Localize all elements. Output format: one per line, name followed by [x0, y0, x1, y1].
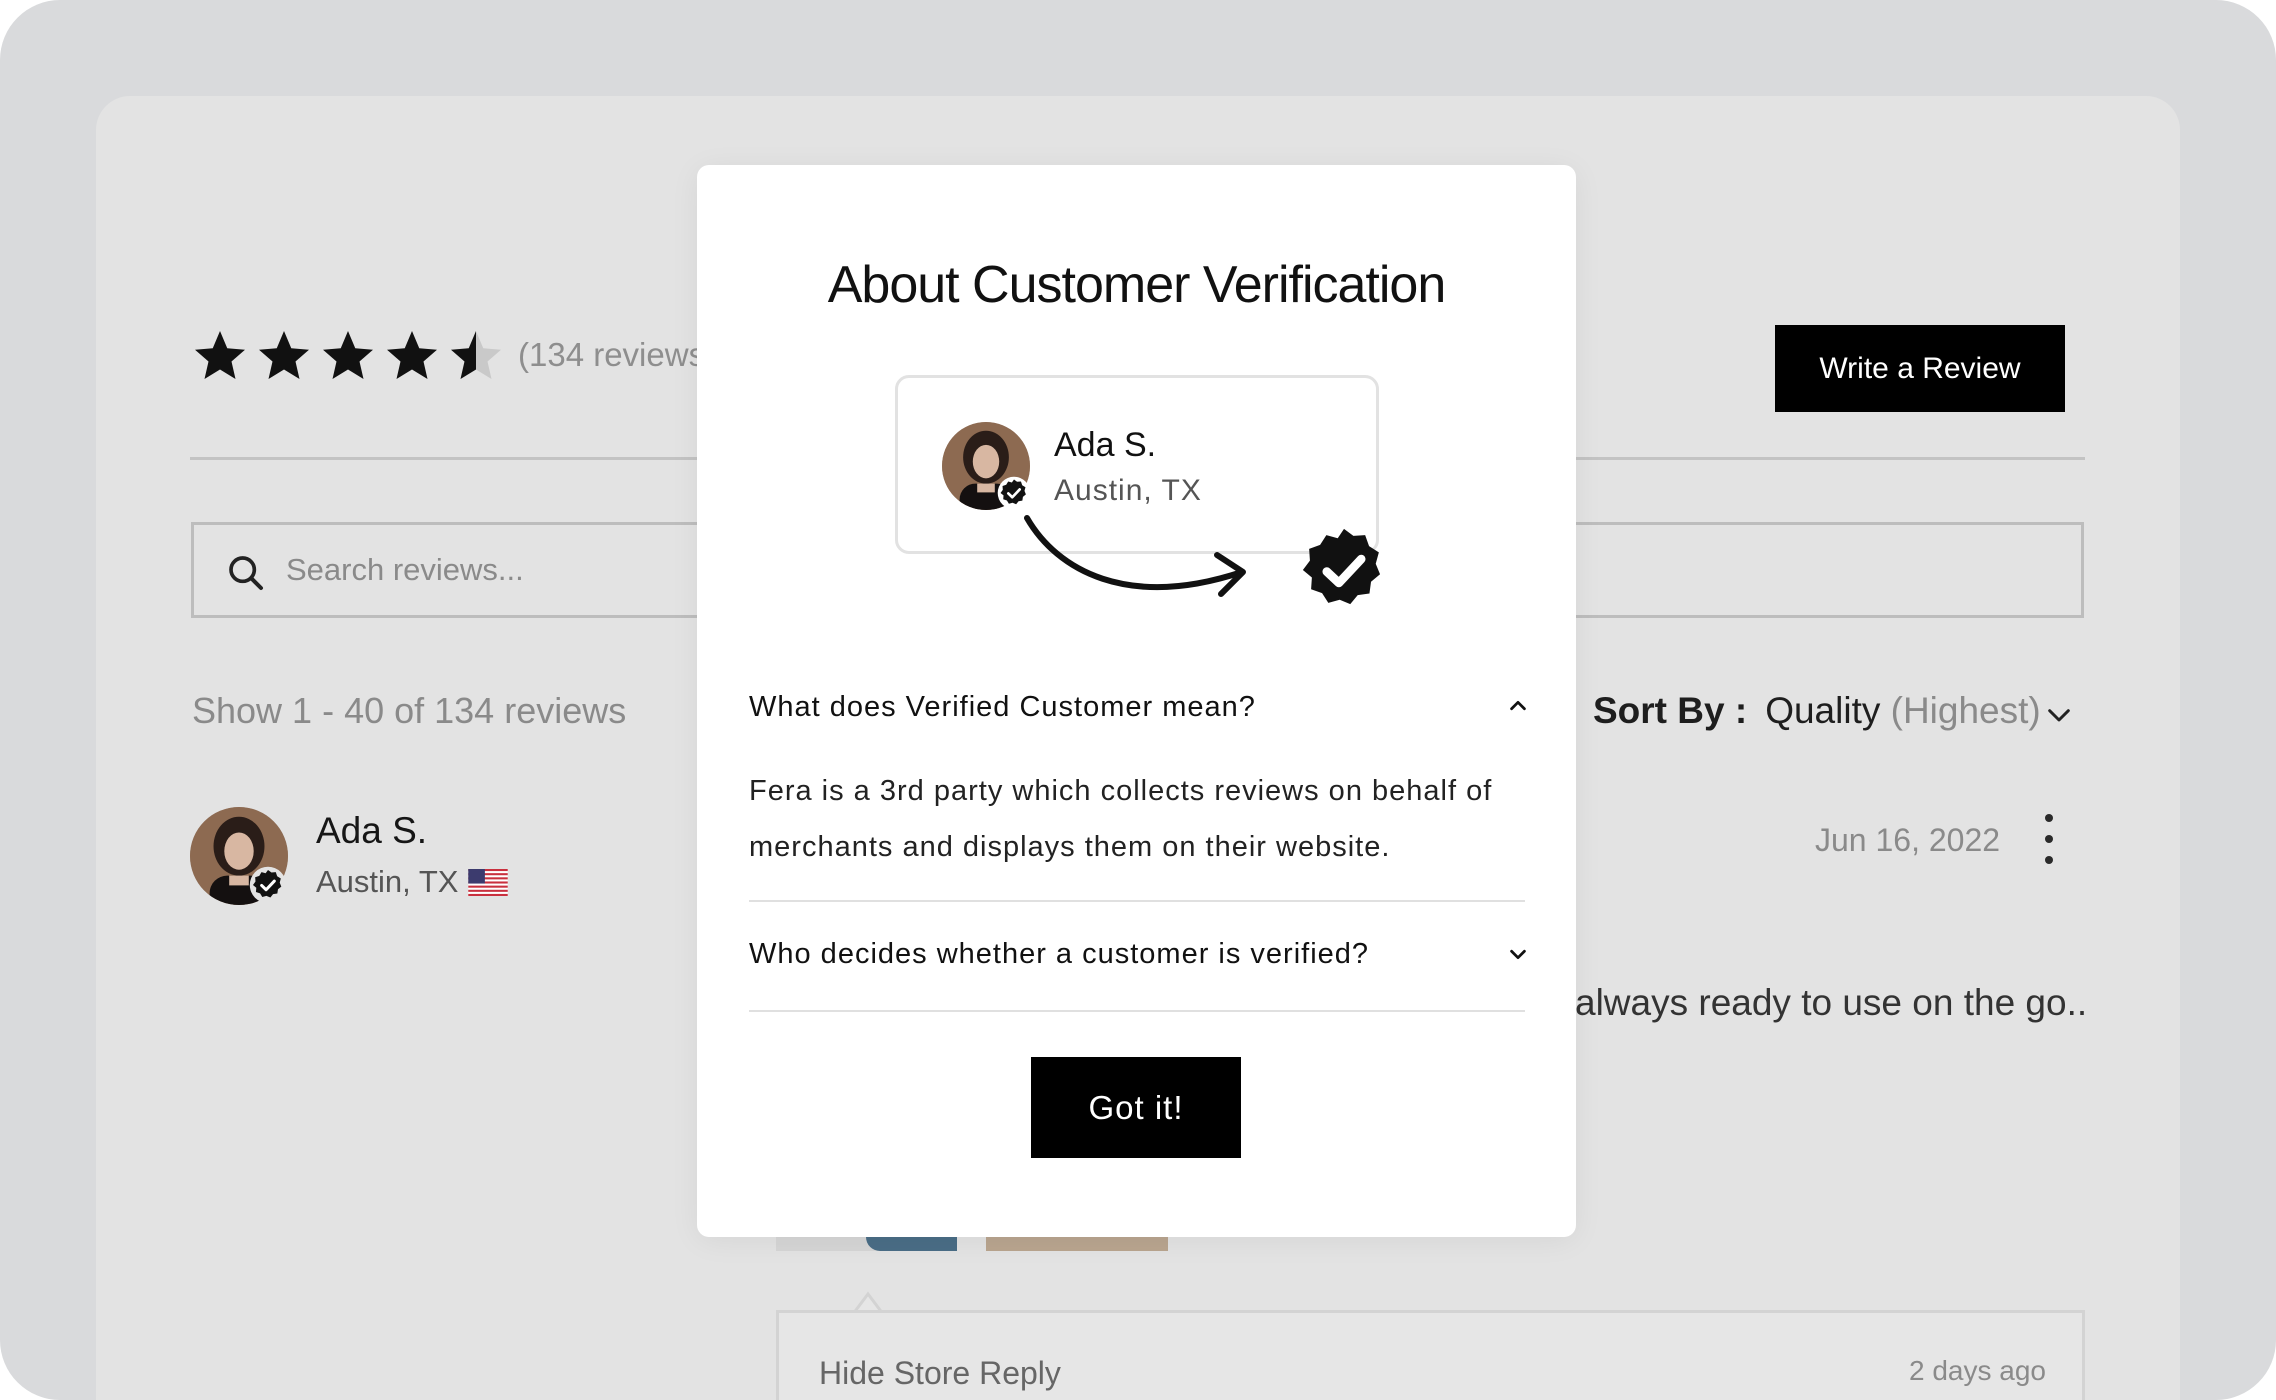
reviewer-name: Ada S. — [316, 810, 428, 851]
sort-dropdown[interactable]: Sort By : Quality (Highest) — [1593, 690, 2041, 732]
chevron-up-icon[interactable] — [1507, 695, 1529, 717]
verification-modal: About Customer Verification Ada S. Austi… — [697, 165, 1576, 1237]
star-icon — [259, 331, 309, 379]
reply-timestamp: 2 days ago — [1909, 1355, 2046, 1386]
reviewer-location-text: Austin, TX — [316, 864, 459, 899]
example-location: Austin, TX — [1054, 474, 1202, 507]
star-icon — [323, 331, 373, 379]
sort-value: Quality — [1765, 690, 1881, 731]
example-name: Ada S. — [1054, 426, 1157, 464]
us-flag-icon — [468, 868, 509, 896]
review-text: always ready to use on the go.. — [1575, 982, 2088, 1023]
search-placeholder: Search reviews... — [286, 552, 524, 587]
star-icon — [387, 331, 437, 379]
chevron-down-icon[interactable] — [1507, 943, 1529, 965]
write-review-button[interactable]: Write a Review — [1775, 325, 2065, 412]
got-it-button[interactable]: Got it! — [1031, 1057, 1241, 1158]
faq-answer-line: Fera is a 3rd party which collects revie… — [749, 775, 1493, 807]
faq-question[interactable]: Who decides whether a customer is verifi… — [749, 938, 1369, 971]
verified-badge-icon — [997, 476, 1031, 510]
faq-question[interactable]: What does Verified Customer mean? — [749, 691, 1256, 724]
curved-arrow-icon — [1024, 515, 1246, 597]
faq-answer: Fera is a 3rd party which collects revie… — [749, 763, 1539, 875]
reviewer-location: Austin, TX — [316, 864, 509, 900]
results-count: Show 1 - 40 of 134 reviews — [192, 690, 627, 731]
star-half-icon — [451, 331, 501, 379]
faq-divider — [749, 1010, 1525, 1012]
review-count: (134 reviews — [518, 336, 706, 373]
chevron-down-icon[interactable] — [2043, 700, 2075, 732]
verified-badge-icon — [249, 866, 287, 904]
sort-qualifier: (Highest) — [1890, 690, 2041, 731]
rating-stars — [190, 326, 506, 388]
search-icon — [229, 556, 263, 590]
verified-badge-icon — [1302, 528, 1381, 605]
star-icon — [195, 331, 245, 379]
review-date: Jun 16, 2022 — [1815, 822, 2001, 858]
store-reply: Hide Store Reply 2 days ago — [776, 1310, 2085, 1400]
backdrop: (134 reviews Write a Review Search revie… — [0, 0, 2276, 1400]
hide-reply-button[interactable]: Hide Store Reply — [819, 1355, 1061, 1392]
modal-title: About Customer Verification — [827, 256, 1447, 314]
faq-divider — [749, 900, 1525, 902]
kebab-menu-icon[interactable] — [2040, 814, 2058, 864]
sort-label: Sort By : — [1593, 690, 1748, 731]
faq-answer-line: merchants and displays them on their web… — [749, 831, 1391, 863]
